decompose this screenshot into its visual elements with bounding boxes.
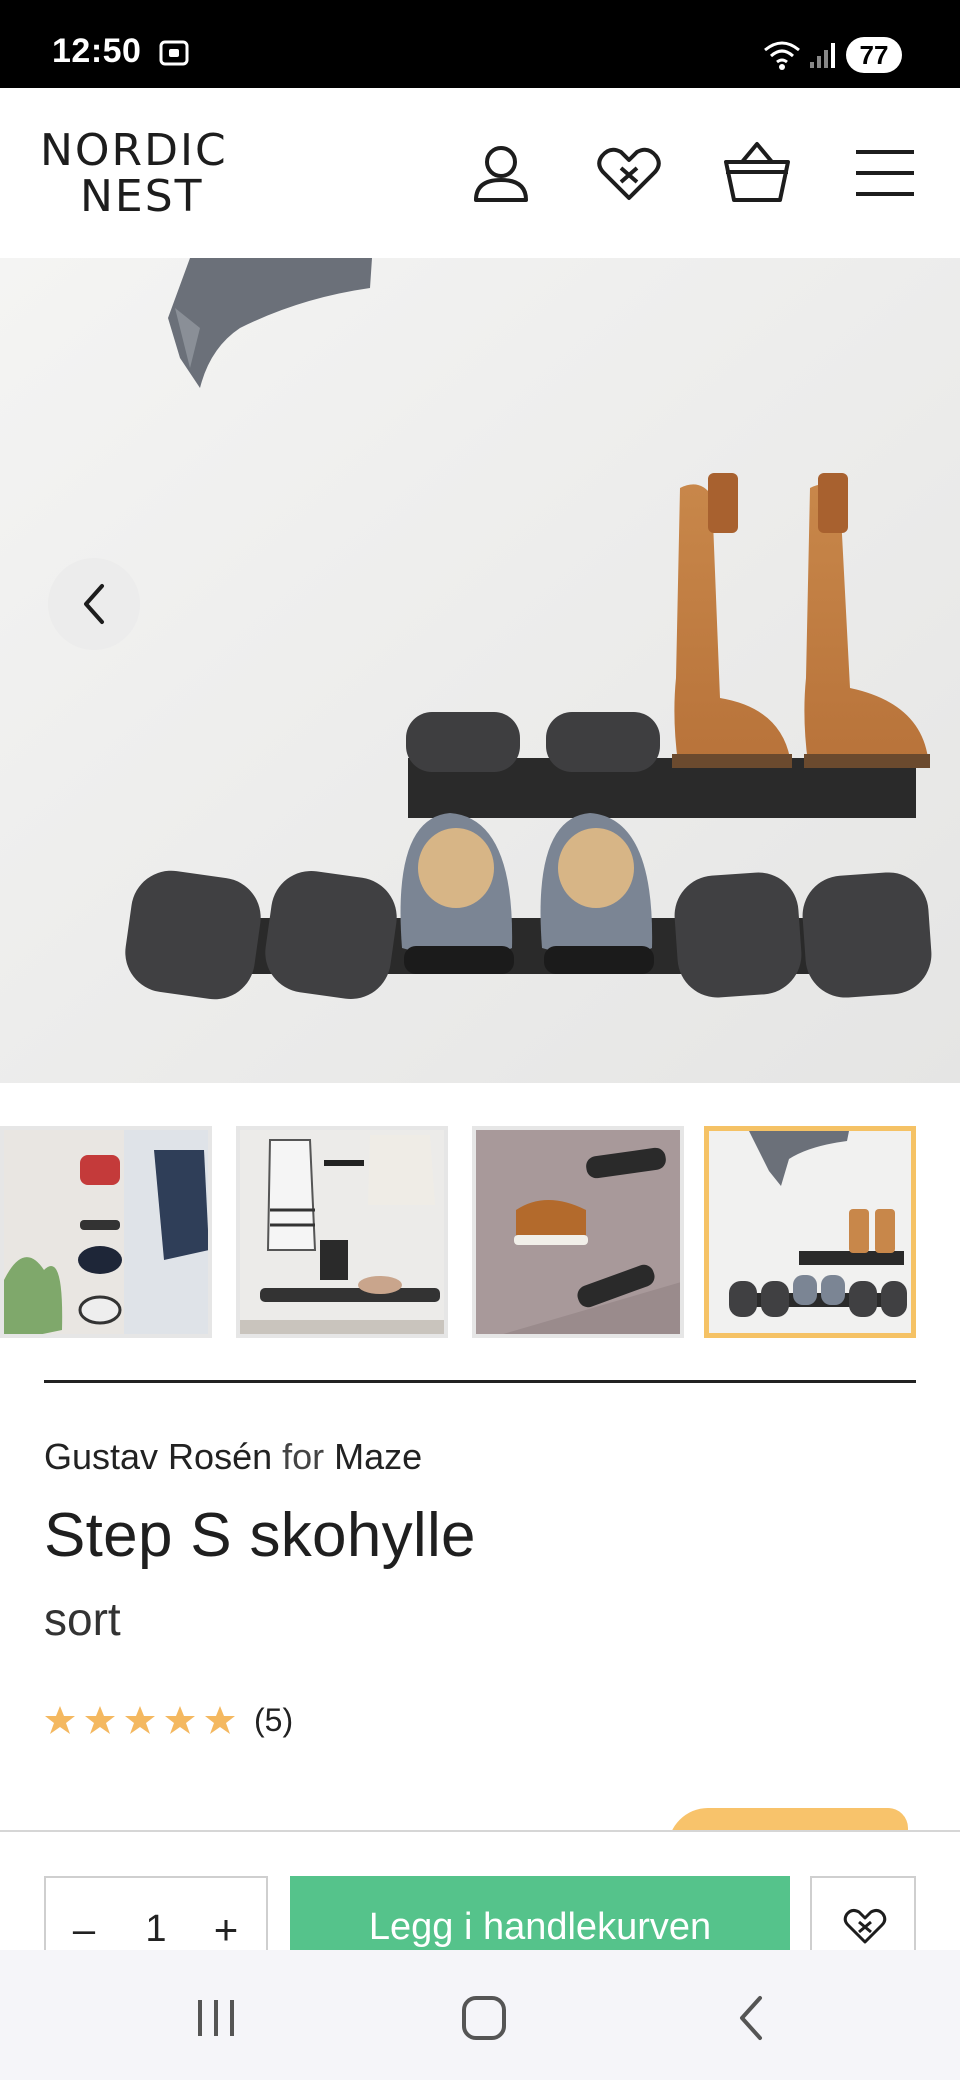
thumbnail-2[interactable] [236, 1126, 448, 1338]
basket-icon[interactable] [722, 138, 792, 208]
status-bar: 12:50 77 [0, 0, 960, 88]
status-time: 12:50 [52, 32, 142, 70]
system-nav-bar [0, 1950, 960, 2080]
wishlist-heart-icon[interactable] [594, 138, 664, 208]
signal-icon [810, 43, 835, 68]
brand-name[interactable]: Maze [334, 1436, 422, 1477]
nordic-nest-logo[interactable]: NORDIC NEST [40, 125, 250, 222]
thumbnail-1[interactable] [0, 1126, 212, 1338]
quantity-value[interactable]: 1 [134, 1908, 178, 1951]
chevron-left-icon [84, 584, 104, 624]
site-header: NORDIC NEST [0, 88, 960, 258]
account-icon[interactable] [466, 138, 536, 208]
screen-record-icon [159, 40, 189, 66]
thumbnail-4[interactable] [704, 1126, 916, 1338]
star-icon [125, 1706, 155, 1734]
product-main-image[interactable] [0, 258, 960, 1083]
thumbnail-3[interactable] [472, 1126, 684, 1338]
product-photo-illustration [0, 258, 960, 1083]
previous-image-button[interactable] [48, 558, 140, 650]
designer-for-label: for [282, 1436, 325, 1477]
increase-quantity-button[interactable]: + [206, 1906, 246, 1954]
recent-apps-icon[interactable] [186, 1988, 246, 2048]
star-icon [165, 1706, 195, 1734]
thumbnail-1-image [4, 1130, 208, 1334]
menu-icon[interactable] [850, 138, 920, 208]
decrease-quantity-button[interactable]: – [64, 1908, 104, 1953]
rating-stars [45, 1706, 235, 1734]
wishlist-heart-icon [843, 1908, 887, 1944]
thumbnail-3-image [476, 1130, 680, 1334]
designer-name[interactable]: Gustav Rosén [44, 1436, 272, 1477]
product-designer: Gustav Rosén for Maze [44, 1436, 422, 1478]
thumbnail-4-image [709, 1131, 911, 1333]
star-icon [205, 1706, 235, 1734]
back-icon[interactable] [722, 1988, 782, 2048]
logo-line-2: NEST [80, 171, 204, 222]
star-icon [45, 1706, 75, 1734]
thumbnail-strip [0, 1126, 960, 1340]
battery-indicator: 77 [846, 37, 902, 73]
review-count: (5) [254, 1702, 294, 1738]
star-icon [85, 1706, 115, 1734]
add-to-cart-bar: – 1 + Legg i handlekurven [0, 1830, 960, 1976]
home-icon[interactable] [454, 1988, 514, 2048]
product-title: Step S skohylle [44, 1501, 476, 1570]
product-variant: sort [44, 1593, 121, 1645]
wifi-icon [764, 41, 800, 70]
thumbnail-2-image [240, 1130, 444, 1334]
logo-line-1: NORDIC [40, 125, 228, 176]
section-divider [44, 1380, 916, 1383]
